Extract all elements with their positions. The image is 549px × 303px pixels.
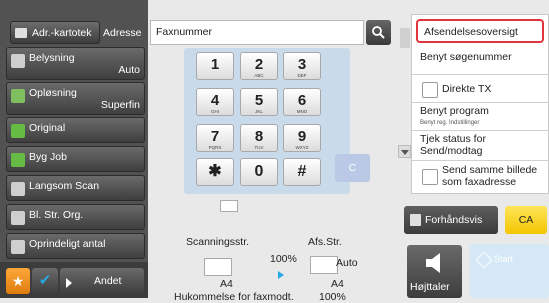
address-book-icon [15, 28, 27, 38]
triangle-icon [66, 278, 72, 288]
use-program-item[interactable]: Benyt program Benyt reg. Indstillinger [412, 103, 549, 131]
direct-tx-checkbox[interactable] [422, 82, 438, 98]
job-build-button[interactable]: Byg Job [6, 146, 145, 172]
original-count-button[interactable]: Oprindeligt antal [6, 233, 145, 259]
keypad-key[interactable]: # [283, 158, 321, 186]
exposure-icon [11, 54, 25, 68]
keypad-key[interactable]: 9 WXYZ [283, 124, 321, 152]
arrow-right-icon [278, 271, 284, 279]
bottom-left-bar: ★ ✔ Andet [0, 262, 148, 298]
left-settings-panel: Belysning Auto Opløsning Superfin Origin… [0, 0, 148, 298]
other-button[interactable]: Andet [60, 268, 144, 294]
scan-size-label: Scanningsstr. [186, 236, 250, 248]
mixed-size-icon [11, 211, 25, 225]
memory-value: 100% [319, 291, 346, 303]
favorite-star-icon[interactable]: ★ [6, 268, 30, 294]
speaker-icon [426, 253, 440, 273]
use-search-number-item[interactable]: Benyt søgenummer [412, 47, 549, 75]
action-panel: Afsendelsesoversigt Benyt søgenummer Dir… [411, 14, 549, 194]
search-button[interactable] [366, 20, 391, 45]
start-button[interactable]: Start [470, 244, 549, 298]
original-count-icon [11, 240, 25, 254]
keypad-key[interactable]: 6 MNO [283, 88, 321, 116]
send-same-image-item[interactable]: Send samme billede som faxadresse [412, 161, 549, 193]
keypad-key[interactable]: 3 DEF [283, 52, 321, 80]
address-label: Adresse [103, 27, 142, 39]
send-size-label: Afs.Str. [308, 236, 342, 248]
keypad-key[interactable]: 4 GHI [196, 88, 234, 116]
clear-key[interactable]: C [335, 154, 370, 182]
scan-paper-icon [204, 258, 232, 276]
slow-scan-icon [11, 182, 25, 196]
preview-icon [410, 214, 421, 226]
scroll-down-icon[interactable] [398, 145, 411, 158]
keypad-key[interactable]: 1 [196, 52, 234, 80]
scanner-icon [220, 200, 238, 212]
clear-all-button[interactable]: CA [505, 206, 547, 234]
job-build-icon [11, 153, 25, 167]
direct-tx-item[interactable]: Direkte TX [412, 75, 549, 103]
search-icon [372, 26, 385, 39]
keypad-key[interactable]: 5 JKL [240, 88, 278, 116]
resolution-button[interactable]: Opløsning Superfin [6, 82, 145, 115]
send-mode: Auto [336, 257, 358, 269]
transmission-overview-item[interactable]: Afsendelsesoversigt [416, 19, 544, 43]
scan-paper-size: A4 [220, 278, 233, 290]
check-send-receive-status-item[interactable]: Tjek status for Send/modtag [412, 131, 549, 161]
memory-label: Hukommelse for faxmodt. [174, 291, 294, 303]
scan-percent: 100% [270, 253, 297, 265]
original-button[interactable]: Original [6, 117, 145, 143]
speaker-button[interactable]: Højttaler [407, 245, 462, 298]
keypad-key[interactable]: 7 PQRS [196, 124, 234, 152]
address-book-button[interactable]: Adr.-kartotek [10, 21, 100, 44]
start-icon [475, 251, 493, 269]
mixed-size-original-button[interactable]: Bl. Str. Org. [6, 204, 145, 230]
preview-button[interactable]: Forhåndsvis [404, 206, 498, 234]
resolution-icon [11, 89, 25, 103]
original-icon [11, 124, 25, 138]
exposure-button[interactable]: Belysning Auto [6, 47, 145, 80]
keypad-key[interactable]: 0 [240, 158, 278, 186]
keypad-key[interactable]: 2 ABC [240, 52, 278, 80]
keypad-key[interactable]: 8 TUV [240, 124, 278, 152]
send-same-image-checkbox[interactable] [422, 169, 438, 185]
slow-scan-button[interactable]: Langsom Scan [6, 175, 145, 201]
fax-number-field[interactable]: Faxnummer [150, 20, 364, 45]
checkmark-icon[interactable]: ✔ [32, 268, 58, 294]
send-paper-icon [310, 256, 338, 274]
scan-info-area: Scanningsstr. 100% A4 Afs.Str. Auto A4 H… [174, 196, 376, 303]
send-paper-size: A4 [331, 278, 344, 290]
panel-handle-icon[interactable] [400, 28, 410, 48]
keypad-key[interactable]: ✱ [196, 158, 234, 186]
